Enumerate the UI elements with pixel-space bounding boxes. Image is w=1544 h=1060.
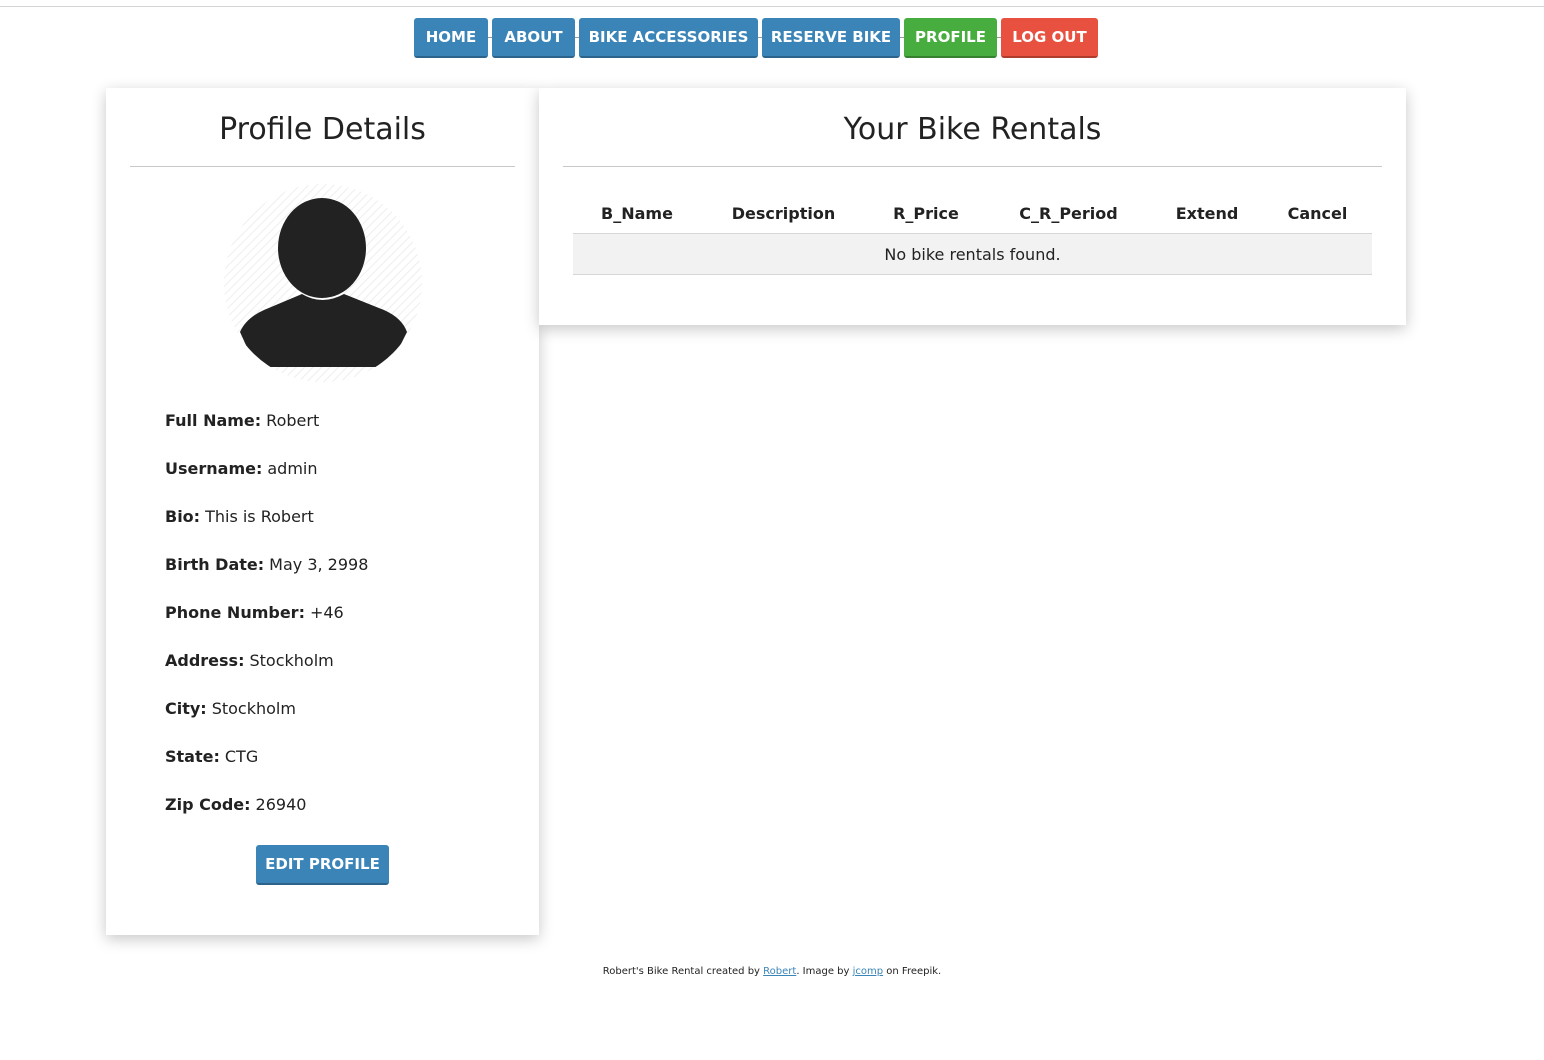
rentals-title-divider: [563, 166, 1382, 167]
footer-image-credit-link[interactable]: jcomp: [853, 966, 883, 977]
profile-field-birth-date: Birth Date: May 3, 2998: [165, 555, 368, 575]
profile-field-bio: Bio: This is Robert: [165, 507, 314, 527]
field-value: +46: [309, 603, 344, 622]
footer-author-link[interactable]: Robert: [763, 966, 796, 977]
profile-field-phone-number: Phone Number: +46: [165, 603, 344, 623]
field-value: May 3, 2998: [269, 555, 369, 574]
field-label: Bio:: [165, 507, 201, 526]
field-value: 26940: [255, 795, 307, 814]
column-header-description: Description: [701, 194, 866, 234]
table-row: No bike rentals found.: [573, 233, 1372, 275]
profile-title: Profile Details: [219, 112, 426, 147]
field-value: admin: [267, 459, 318, 478]
nav-home-button[interactable]: HOME: [414, 18, 488, 58]
profile-field-state: State: CTG: [165, 747, 258, 767]
profile-field-username: Username: admin: [165, 459, 318, 479]
field-value: CTG: [224, 747, 259, 766]
profile-field-city: City: Stockholm: [165, 699, 296, 719]
field-value: Robert: [266, 411, 320, 430]
column-header-c-r-period: C_R_Period: [986, 194, 1151, 234]
top-divider: [0, 6, 1544, 7]
footer-middle: . Image by: [796, 966, 853, 977]
field-label: Full Name:: [165, 411, 262, 430]
field-label: Birth Date:: [165, 555, 265, 574]
main-nav: HOME ABOUT BIKE ACCESSORIES RESERVE BIKE…: [0, 18, 1544, 58]
rentals-table: B_Name Description R_Price C_R_Period Ex…: [573, 194, 1372, 275]
edit-profile-button[interactable]: EDIT PROFILE: [256, 845, 389, 885]
field-value: Stockholm: [211, 699, 296, 718]
field-value: This is Robert: [205, 507, 314, 526]
field-label: Address:: [165, 651, 245, 670]
empty-rentals-message: No bike rentals found.: [573, 233, 1372, 275]
nav-bike-accessories-button[interactable]: BIKE ACCESSORIES: [579, 18, 758, 58]
rentals-header-row: B_Name Description R_Price C_R_Period Ex…: [573, 194, 1372, 234]
footer-suffix: on Freepik.: [883, 966, 942, 977]
column-header-extend: Extend: [1151, 194, 1263, 234]
footer-prefix: Robert's Bike Rental created by: [602, 966, 764, 977]
column-header-b-name: B_Name: [573, 194, 701, 234]
profile-field-full-name: Full Name: Robert: [165, 411, 319, 431]
field-label: State:: [165, 747, 220, 766]
page-footer: Robert's Bike Rental created by Robert. …: [0, 966, 1544, 977]
column-header-cancel: Cancel: [1263, 194, 1372, 234]
profile-title-divider: [130, 166, 515, 167]
nav-reserve-bike-button[interactable]: RESERVE BIKE: [762, 18, 900, 58]
field-value: Stockholm: [249, 651, 334, 670]
nav-logout-button[interactable]: LOG OUT: [1001, 18, 1098, 58]
field-label: Phone Number:: [165, 603, 305, 622]
rentals-card: Your Bike Rentals B_Name Description R_P…: [539, 88, 1406, 325]
profile-card: Profile Details Full Name: Robert Usernam…: [106, 88, 539, 935]
column-header-r-price: R_Price: [866, 194, 986, 234]
field-label: City:: [165, 699, 207, 718]
field-label: Username:: [165, 459, 263, 478]
rentals-title: Your Bike Rentals: [843, 112, 1102, 147]
profile-field-address: Address: Stockholm: [165, 651, 334, 671]
nav-profile-button[interactable]: PROFILE: [904, 18, 997, 58]
user-silhouette-icon: [224, 184, 422, 382]
profile-field-zip-code: Zip Code: 26940: [165, 795, 306, 815]
nav-about-button[interactable]: ABOUT: [492, 18, 575, 58]
field-label: Zip Code:: [165, 795, 251, 814]
